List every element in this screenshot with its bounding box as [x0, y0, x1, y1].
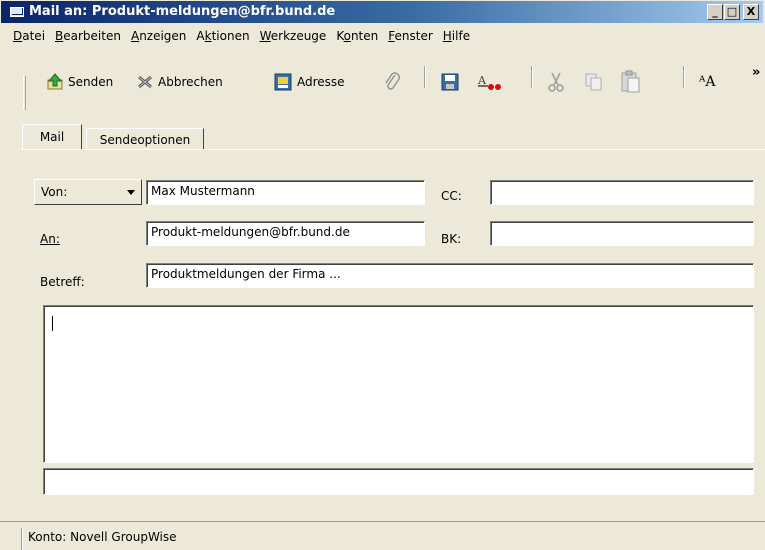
- account-status: Konto: Novell GroupWise: [28, 530, 177, 544]
- tab-panel-border: [23, 149, 765, 150]
- attachment-area[interactable]: [43, 468, 754, 495]
- cancel-label: Abbrechen: [158, 75, 223, 89]
- compose-window: Mail an: Produkt-meldungen@bfr.bund.de _…: [0, 0, 765, 550]
- tab-send-options[interactable]: Sendeoptionen: [86, 128, 204, 150]
- message-body[interactable]: [43, 305, 754, 463]
- menu-datei[interactable]: Datei: [13, 29, 45, 43]
- menu-bearbeiten[interactable]: Bearbeiten: [55, 29, 121, 43]
- bcc-label: BK:: [441, 232, 462, 246]
- menu-fenster[interactable]: Fenster: [388, 29, 433, 43]
- menu-aktionen[interactable]: Aktionen: [196, 29, 249, 43]
- text-caret: [52, 316, 53, 331]
- bcc-field[interactable]: [490, 221, 754, 246]
- menu-hilfe[interactable]: Hilfe: [443, 29, 470, 43]
- status-separator: [21, 528, 23, 550]
- spellcheck-button[interactable]: A: [476, 69, 504, 95]
- cut-button[interactable]: [546, 69, 566, 95]
- tab-mail[interactable]: Mail: [22, 124, 82, 150]
- close-button[interactable]: X: [743, 4, 759, 20]
- minimize-button[interactable]: _: [707, 4, 723, 20]
- status-bar: Konto: Novell GroupWise: [0, 521, 765, 550]
- paste-button[interactable]: [620, 69, 642, 95]
- menu-anzeigen[interactable]: Anzeigen: [131, 29, 186, 43]
- subject-field[interactable]: Produktmeldungen der Firma ...: [146, 263, 754, 288]
- chevron-down-icon: [127, 190, 135, 195]
- spellcheck-icon: A: [477, 74, 501, 90]
- title-bar[interactable]: Mail an: Produkt-meldungen@bfr.bund.de _…: [1, 1, 763, 23]
- copy-button[interactable]: [584, 69, 604, 95]
- address-book-icon: [274, 73, 292, 91]
- paste-icon: [621, 70, 640, 93]
- subject-label: Betreff:: [40, 275, 85, 289]
- cut-icon: [548, 72, 564, 92]
- to-field[interactable]: Produkt-meldungen@bfr.bund.de: [146, 221, 425, 246]
- font-icon: ᴬA: [699, 74, 716, 90]
- attach-button[interactable]: [382, 69, 402, 95]
- from-dropdown[interactable]: Von:: [34, 179, 142, 205]
- cancel-button[interactable]: Abbrechen: [136, 69, 223, 95]
- menu-werkzeuge[interactable]: Werkzeuge: [260, 29, 327, 43]
- toolbar: Senden Abbrechen Adresse A ᴬA »: [0, 65, 765, 95]
- window-title: Mail an: Produkt-meldungen@bfr.bund.de: [29, 4, 336, 19]
- menu-konten[interactable]: Konten: [336, 29, 378, 43]
- menu-bar: Datei Bearbeiten Anzeigen Aktionen Werkzeuge…: [13, 29, 480, 47]
- send-button[interactable]: Senden: [46, 69, 113, 95]
- save-button[interactable]: [441, 69, 459, 95]
- maximize-button[interactable]: □: [724, 4, 740, 20]
- send-label: Senden: [68, 75, 114, 89]
- cancel-icon: [138, 75, 152, 89]
- address-label: Adresse: [297, 75, 345, 89]
- cc-label: CC:: [441, 189, 462, 203]
- from-dropdown-label: Von:: [41, 185, 68, 199]
- mail-envelope-icon: [10, 7, 24, 17]
- toolbar-separator: [531, 66, 533, 88]
- save-icon: [441, 73, 459, 91]
- toolbar-overflow-button[interactable]: »: [752, 65, 760, 80]
- svg-text:A: A: [477, 74, 487, 87]
- cc-field[interactable]: [490, 180, 754, 205]
- send-icon: [47, 73, 63, 90]
- to-label: An:: [40, 232, 60, 246]
- toolbar-separator: [683, 66, 685, 88]
- from-field[interactable]: Max Mustermann: [146, 180, 425, 205]
- toolbar-separator: [424, 66, 426, 88]
- attach-icon: [385, 72, 400, 90]
- address-book-button[interactable]: Adresse: [273, 69, 345, 95]
- copy-icon: [585, 73, 602, 91]
- font-button[interactable]: ᴬA: [699, 69, 715, 95]
